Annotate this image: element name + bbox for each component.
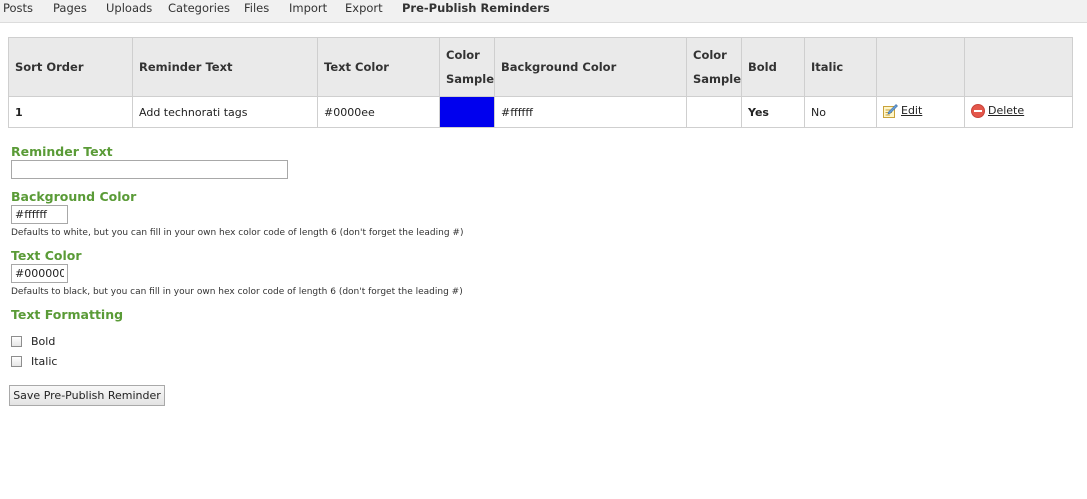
italic-option: Italic: [11, 355, 57, 368]
background-color-hint: Defaults to white, but you can fill in y…: [11, 228, 464, 238]
col-header-edit: [876, 37, 965, 97]
col-header-text-color-sample: Color Sample: [439, 37, 495, 97]
cell-background-color-sample: [686, 96, 742, 128]
edit-icon: [883, 103, 898, 118]
table-header-row: Sort Order Reminder Text Text Color Colo…: [8, 37, 1073, 97]
col-header-sort-order: Sort Order: [8, 37, 133, 97]
cell-italic: No: [804, 96, 877, 128]
nav-export[interactable]: Export: [345, 1, 383, 15]
col-header-delete: [964, 37, 1073, 97]
bold-option: Bold: [11, 335, 55, 348]
col-header-background-color-sample: Color Sample: [686, 37, 742, 97]
nav-uploads[interactable]: Uploads: [106, 1, 152, 15]
col-header-italic: Italic: [804, 37, 877, 97]
bold-checkbox[interactable]: [11, 336, 22, 347]
cell-text-color: #0000ee: [317, 96, 440, 128]
reminder-text-label: Reminder Text: [11, 144, 113, 159]
delete-link[interactable]: Delete: [988, 104, 1024, 117]
reminders-table: Sort Order Reminder Text Text Color Colo…: [8, 37, 1073, 128]
delete-action[interactable]: Delete: [971, 103, 1024, 118]
background-color-input[interactable]: [11, 205, 68, 224]
cell-text-color-sample: [439, 96, 495, 128]
nav-pages[interactable]: Pages: [53, 1, 87, 15]
col-header-text-color: Text Color: [317, 37, 440, 97]
cell-reminder-text: Add technorati tags: [132, 96, 318, 128]
cell-edit: Edit: [876, 96, 965, 128]
nav-pre-publish-reminders[interactable]: Pre-Publish Reminders: [402, 1, 550, 15]
delete-icon: [971, 103, 985, 118]
text-color-input[interactable]: [11, 264, 68, 283]
nav-import[interactable]: Import: [289, 1, 327, 15]
table-row: 1 Add technorati tags #0000ee #ffffff Ye…: [8, 96, 1073, 128]
background-color-label: Background Color: [11, 189, 137, 204]
edit-action[interactable]: Edit: [883, 103, 922, 118]
text-color-hint: Defaults to black, but you can fill in y…: [11, 287, 463, 297]
save-reminder-button[interactable]: Save Pre-Publish Reminder: [9, 385, 165, 406]
cell-background-color: #ffffff: [494, 96, 687, 128]
admin-subnav: Posts Pages Uploads Categories Files Imp…: [0, 0, 1087, 23]
cell-delete: Delete: [964, 96, 1073, 128]
col-header-reminder-text: Reminder Text: [132, 37, 318, 97]
nav-categories[interactable]: Categories: [168, 1, 230, 15]
col-header-bold: Bold: [741, 37, 805, 97]
bold-checkbox-label: Bold: [31, 335, 56, 348]
text-color-label: Text Color: [11, 248, 82, 263]
italic-checkbox-label: Italic: [31, 355, 58, 368]
italic-checkbox[interactable]: [11, 356, 22, 367]
cell-bold: Yes: [741, 96, 805, 128]
nav-files[interactable]: Files: [244, 1, 269, 15]
reminder-text-input[interactable]: [11, 160, 288, 179]
col-header-background-color: Background Color: [494, 37, 687, 97]
nav-posts[interactable]: Posts: [3, 1, 33, 15]
edit-link[interactable]: Edit: [901, 104, 922, 117]
text-formatting-label: Text Formatting: [11, 307, 124, 322]
cell-sort-order: 1: [8, 96, 133, 128]
